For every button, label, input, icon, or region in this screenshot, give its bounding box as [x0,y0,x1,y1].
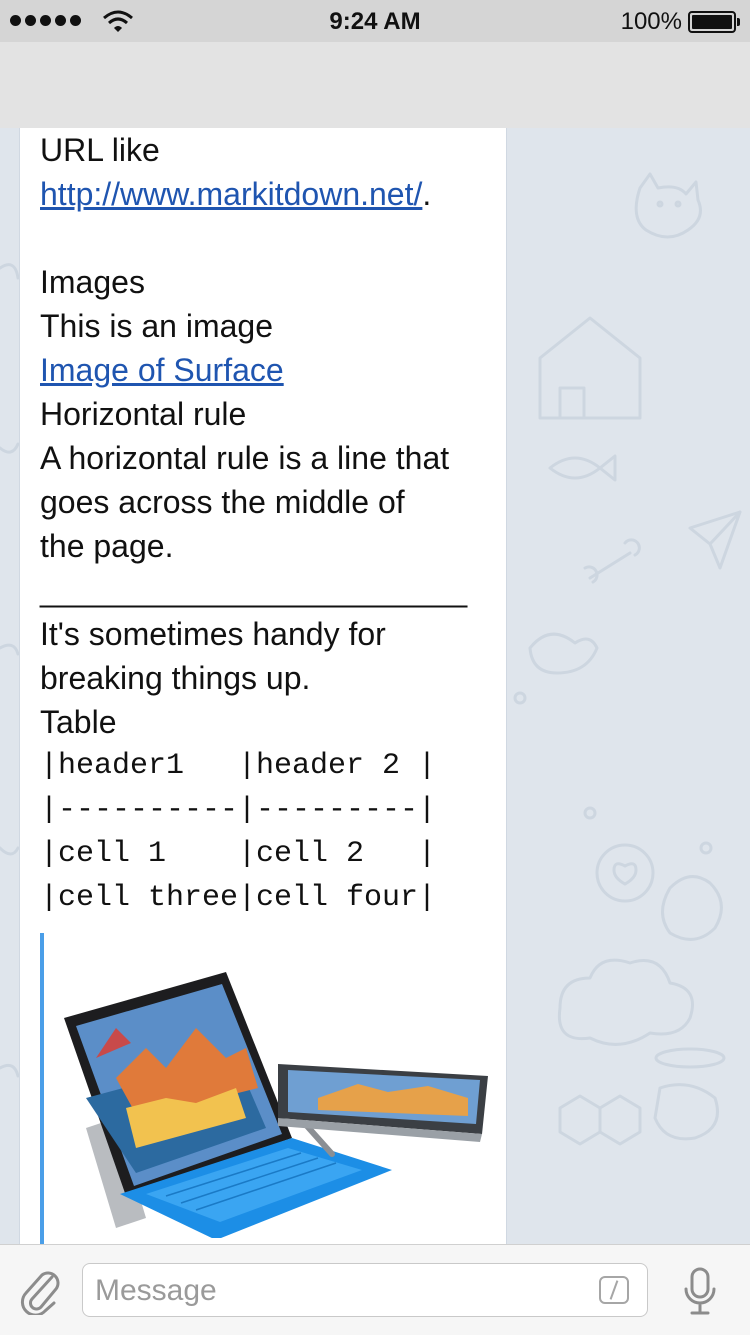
break-text-line-1: It's sometimes handy for [40,616,386,652]
status-bar: 9:24 AM 100% [0,0,750,42]
url-line: http://www.markitdown.net/. [40,172,500,216]
table-row: |header1 |header 2 | [40,749,437,783]
message-input[interactable] [93,1270,587,1312]
message-body: URL like http://www.markitdown.net/. Ima… [40,128,500,920]
table-row: |cell three|cell four| [40,881,437,915]
table-heading: Table [40,704,117,740]
url-text: URL like [40,132,160,168]
images-text: This is an image [40,308,273,344]
url-period: . [422,176,432,212]
table-row: |----------|---------| [40,793,437,827]
image-of-surface-link[interactable]: Image of Surface [40,352,284,388]
link-preview-bar [40,933,44,1244]
hr-text-line-3: the page. [40,528,174,564]
hr-text-line-1: A horizontal rule is a line that [40,440,450,476]
battery-percent: 100% [620,8,682,35]
microphone-icon[interactable] [680,1265,720,1319]
battery-icon [688,11,740,33]
break-text-line-2: breaking things up. [40,660,311,696]
message-input-bar [0,1244,750,1335]
message-field[interactable] [82,1263,648,1317]
table-row: |cell 1 |cell 2 | [40,837,437,871]
horizontal-rule-line: ________________________ [40,572,468,608]
navigation-bar [0,42,750,128]
paperclip-icon[interactable] [18,1267,62,1315]
surface-device-image[interactable] [56,958,496,1238]
message-bubble: URL like http://www.markitdown.net/. Ima… [19,128,507,1244]
horizontal-rule-heading: Horizontal rule [40,396,247,432]
hr-text-line-2: goes across the middle of [40,484,405,520]
images-heading: Images [40,264,145,300]
markitdown-link[interactable]: http://www.markitdown.net/ [40,176,422,212]
command-slash-icon[interactable] [599,1276,629,1304]
